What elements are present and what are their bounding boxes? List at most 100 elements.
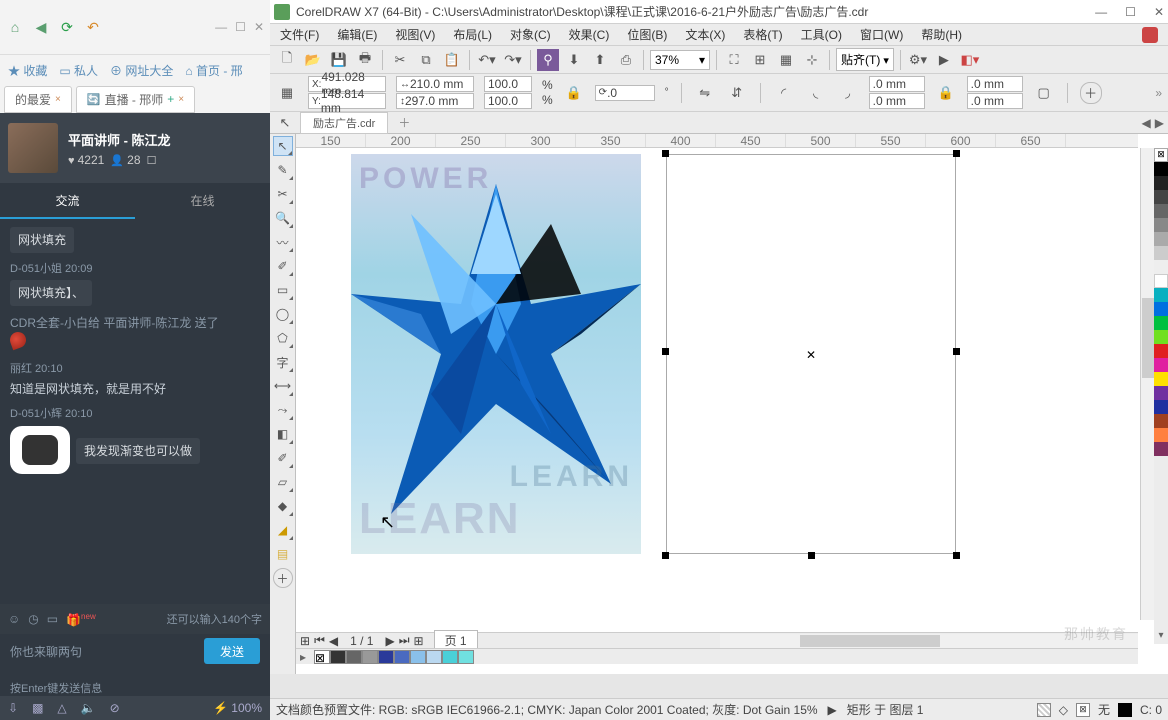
emoji-icon[interactable]: ☺ <box>8 612 20 626</box>
corner-radius-4[interactable]: .0 mm <box>967 93 1023 109</box>
paste-icon[interactable]: 📋 <box>441 49 463 71</box>
color-swatch[interactable] <box>1154 358 1168 372</box>
quick-custom-icon[interactable]: ＋ <box>273 568 293 588</box>
window-close-icon[interactable]: ✕ <box>254 20 264 34</box>
pick-tool-icon[interactable]: ↖ <box>274 112 296 134</box>
height-field[interactable]: ↕ 297.0 mm <box>396 93 474 109</box>
color-swatch[interactable] <box>458 650 474 664</box>
window-max-icon[interactable]: ☐ <box>1125 5 1136 19</box>
print-icon[interactable]: 🖶 <box>354 49 376 71</box>
pick-tool-icon[interactable]: ↖ <box>273 136 293 156</box>
search-icon[interactable]: ⚲ <box>537 49 559 71</box>
close-icon[interactable]: × <box>55 94 61 105</box>
corner-radius-1[interactable]: .0 mm <box>869 76 925 92</box>
browser-tab-1[interactable]: 的最爱× <box>4 86 72 113</box>
bookmark-home[interactable]: ⌂ 首页 - 邢 <box>185 62 242 79</box>
redo-icon[interactable]: ↷▾ <box>502 49 524 71</box>
browser-tab-2[interactable]: 🔄 直播 - 邢师+× <box>76 86 195 113</box>
color-swatch[interactable] <box>362 650 378 664</box>
color-swatch[interactable] <box>1154 400 1168 414</box>
dimension-tool-icon[interactable]: ⟷ <box>273 376 293 396</box>
menu-bitmap[interactable]: 位图(B) <box>627 26 667 43</box>
menu-layout[interactable]: 布局(L) <box>453 26 492 43</box>
fullscreen-icon[interactable]: ⛶ <box>723 49 745 71</box>
color-swatch[interactable] <box>1154 190 1168 204</box>
color-swatch[interactable] <box>1154 288 1168 302</box>
cloud-icon[interactable]: △ <box>57 701 66 715</box>
save-icon[interactable]: 💾 <box>328 49 350 71</box>
text-tool-icon[interactable]: 字 <box>273 352 293 372</box>
page-prev-icon[interactable]: ◀ <box>329 634 338 648</box>
color-swatch[interactable] <box>1154 232 1168 246</box>
window-min-icon[interactable]: — <box>1095 5 1107 19</box>
color-swatch[interactable] <box>1154 442 1168 456</box>
color-swatch[interactable] <box>1154 218 1168 232</box>
close-icon[interactable]: × <box>178 94 184 105</box>
selection-handle[interactable] <box>953 552 960 559</box>
tab-chat[interactable]: 交流 <box>0 183 135 219</box>
overflow-icon[interactable]: » <box>1155 86 1162 100</box>
eco-icon[interactable]: ⚡ <box>213 701 228 715</box>
corner2-icon[interactable]: ◟ <box>805 82 827 104</box>
cut-icon[interactable]: ✂ <box>389 49 411 71</box>
zoom-level[interactable]: 100% <box>231 701 262 715</box>
crop-tool-icon[interactable]: ✂ <box>273 184 293 204</box>
color-swatch[interactable] <box>346 650 362 664</box>
page-next-icon[interactable]: ▶ <box>385 634 394 648</box>
window-min-icon[interactable]: — <box>215 20 227 34</box>
color-swatch[interactable] <box>426 650 442 664</box>
chat-input[interactable]: 你也来聊两句 <box>10 643 82 660</box>
bookmark-private[interactable]: ▭ 私人 <box>59 62 98 79</box>
wraptext-icon[interactable]: ▢ <box>1033 82 1055 104</box>
fill-tool-icon[interactable]: ◆ <box>273 496 293 516</box>
color-swatch[interactable] <box>330 650 346 664</box>
mirror-v-icon[interactable]: ⇵ <box>726 82 748 104</box>
clock-icon[interactable]: ◷ <box>28 612 38 626</box>
scale-y-field[interactable]: 100.0 <box>484 93 532 109</box>
outline-indicator-icon[interactable]: ◇ <box>1059 703 1068 717</box>
color-swatch[interactable]: ⊠ <box>314 650 330 664</box>
fill-black-icon[interactable] <box>1118 703 1132 717</box>
zoom-tool-icon[interactable]: 🔍 <box>273 208 293 228</box>
color-swatch[interactable] <box>394 650 410 664</box>
color-swatch[interactable] <box>442 650 458 664</box>
scroll-right-icon[interactable]: ▶ <box>1155 116 1164 130</box>
add-icon[interactable]: ＋ <box>1080 82 1102 104</box>
interactive-fill-icon[interactable]: ◢ <box>273 520 293 540</box>
color-swatch[interactable] <box>1154 260 1168 274</box>
color-swatch[interactable] <box>1154 414 1168 428</box>
selection-handle[interactable] <box>662 552 669 559</box>
artwork-page-1[interactable]: POWER LEARN LEARN <box>351 154 641 554</box>
export-icon[interactable]: ⬆ <box>589 49 611 71</box>
corner-radius-3[interactable]: .0 mm <box>967 76 1023 92</box>
color-swatch[interactable] <box>1154 372 1168 386</box>
bookmark-all[interactable]: ⊕ 网址大全 <box>110 62 173 79</box>
avatar[interactable] <box>8 123 58 173</box>
connector-tool-icon[interactable]: ⤳ <box>273 400 293 420</box>
corner-radius-2[interactable]: .0 mm <box>869 93 925 109</box>
menu-edit[interactable]: 编辑(E) <box>337 26 377 43</box>
page-add-icon[interactable]: ⊞ <box>300 634 310 648</box>
publish-icon[interactable]: ⎙ <box>615 49 637 71</box>
color-swatch[interactable] <box>1154 176 1168 190</box>
selection-handle[interactable] <box>808 552 815 559</box>
back-icon[interactable]: ◀ <box>32 18 50 36</box>
menu-window[interactable]: 窗口(W) <box>860 26 903 43</box>
download-icon[interactable]: ⇩ <box>8 701 18 715</box>
eyedropper-tool-icon[interactable]: ✐ <box>273 448 293 468</box>
mirror-h-icon[interactable]: ⇋ <box>694 82 716 104</box>
transparency-tool-icon[interactable]: ▤ <box>273 544 293 564</box>
color-swatch[interactable] <box>378 650 394 664</box>
menu-object[interactable]: 对象(C) <box>510 26 551 43</box>
app-icon[interactable]: ◧▾ <box>959 49 981 71</box>
menu-file[interactable]: 文件(F) <box>280 26 319 43</box>
color-swatch[interactable] <box>410 650 426 664</box>
palette-down-icon[interactable]: ▾ <box>1154 630 1168 644</box>
bookmark-fav[interactable]: ★ 收藏 <box>8 62 47 79</box>
corner-lock-icon[interactable]: 🔒 <box>935 82 957 104</box>
speaker-icon[interactable]: 🔈 <box>81 701 96 715</box>
window-max-icon[interactable]: ☐ <box>235 20 246 34</box>
freehand-tool-icon[interactable]: 〰 <box>273 232 293 252</box>
color-swatch[interactable] <box>1154 428 1168 442</box>
scale-x-field[interactable]: 100.0 <box>484 76 532 92</box>
